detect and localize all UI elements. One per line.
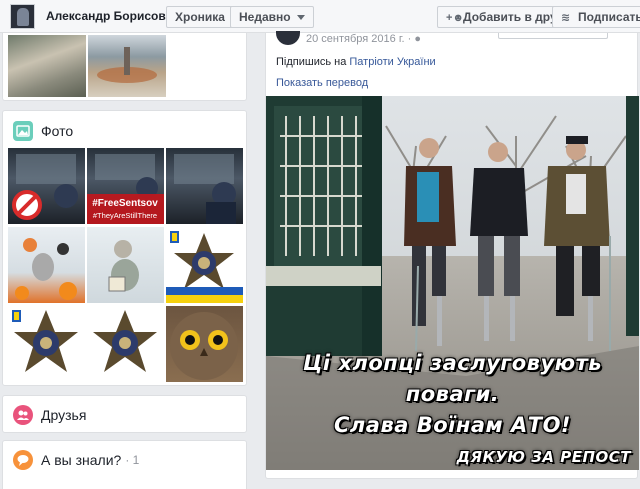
caption-line-1: Ці хлопці заслуговують xyxy=(302,351,603,375)
timeline-label: Хроника xyxy=(175,10,225,24)
no-sign-icon xyxy=(12,154,78,220)
medal-icon xyxy=(93,310,157,372)
photo-tile[interactable]: #FreeSentsov #TheyAreStillThere xyxy=(87,148,164,224)
follow-label: Подписаться xyxy=(578,10,640,24)
photos-icon xyxy=(13,121,33,141)
profile-avatar[interactable] xyxy=(10,4,35,29)
friends-section: Друзья xyxy=(2,395,247,433)
photos-header[interactable]: Фото xyxy=(13,121,73,141)
svg-text:#FreeSentsov: #FreeSentsov xyxy=(92,198,158,209)
owl-icon xyxy=(170,312,238,380)
rss-icon: ≋ xyxy=(561,12,571,24)
svg-text:#TheyAreStillThere: #TheyAreStillThere xyxy=(93,211,157,220)
medal-icon xyxy=(12,310,78,372)
profile-name-link[interactable]: Александр Борисович xyxy=(42,6,184,28)
did-you-know-header[interactable]: А вы знали? · 1 xyxy=(13,450,139,470)
caption-line-3: Слава Воїнам АТО! xyxy=(333,413,572,437)
did-you-know-section: А вы знали? · 1 xyxy=(2,440,247,489)
recent-dropdown[interactable]: Недавно xyxy=(230,6,314,28)
show-translation-link[interactable]: Показать перевод xyxy=(276,77,368,89)
globe-icon: ● xyxy=(414,33,421,45)
profile-topbar: Александр Борисович Хроника Недавно +☻До… xyxy=(0,0,640,33)
fountain-icon xyxy=(97,47,157,83)
photo-tile[interactable] xyxy=(166,227,243,303)
photo-tile[interactable] xyxy=(166,148,243,224)
post-image[interactable]: Ці хлопці заслуговують поваги. Слава Вої… xyxy=(266,96,639,470)
featured-photo[interactable] xyxy=(8,35,86,97)
caption-footer: ДЯКУЮ ЗА РЕПОСТ xyxy=(456,448,631,466)
post-options-dropdown[interactable] xyxy=(498,33,608,39)
photos-title: Фото xyxy=(41,123,74,139)
chevron-down-icon xyxy=(296,15,305,21)
featured-photo[interactable] xyxy=(88,35,166,97)
post-date: 20 сентября 2016 г. · xyxy=(306,33,412,45)
friends-title: Друзья xyxy=(41,407,87,423)
photo-tile[interactable] xyxy=(166,306,243,382)
photo-tile-art: #FreeSentsov #TheyAreStillThere xyxy=(87,154,164,224)
friends-header[interactable]: Друзья xyxy=(13,405,86,425)
cartoon-icon xyxy=(108,240,139,292)
halloween-icon xyxy=(15,238,77,300)
photo-tile[interactable] xyxy=(87,306,164,382)
featured-photos-strip xyxy=(2,33,247,101)
photos-section: Фото #FreeSentsov #TheyAreStillThere xyxy=(2,110,247,386)
photo-tile[interactable] xyxy=(8,148,85,224)
photo-tile[interactable] xyxy=(87,227,164,303)
recent-label: Недавно xyxy=(239,10,291,24)
follow-button[interactable]: ≋ Подписаться xyxy=(552,6,640,28)
chat-bubble-icon xyxy=(13,450,33,470)
photo-tile[interactable] xyxy=(8,306,85,382)
post-text: Підпишись на Патріоти України xyxy=(276,56,436,68)
medal-icon xyxy=(166,231,243,303)
post-author-avatar[interactable] xyxy=(276,31,300,45)
photo-tile[interactable] xyxy=(8,227,85,303)
caption-line-2: поваги. xyxy=(405,382,500,406)
did-you-know-count: · 1 xyxy=(125,453,140,467)
friends-icon xyxy=(13,405,33,425)
photo-tile-art xyxy=(174,154,236,224)
did-you-know-title: А вы знали? xyxy=(41,452,122,468)
post-timestamp[interactable]: 20 сентября 2016 г. · ● xyxy=(306,33,421,45)
post-text-prefix: Підпишись на xyxy=(276,56,350,68)
timeline-post: 20 сентября 2016 г. · ● Підпишись на Пат… xyxy=(265,31,639,479)
add-friend-icon: +☻ xyxy=(446,12,464,24)
page-link[interactable]: Патріоти України xyxy=(349,56,435,68)
